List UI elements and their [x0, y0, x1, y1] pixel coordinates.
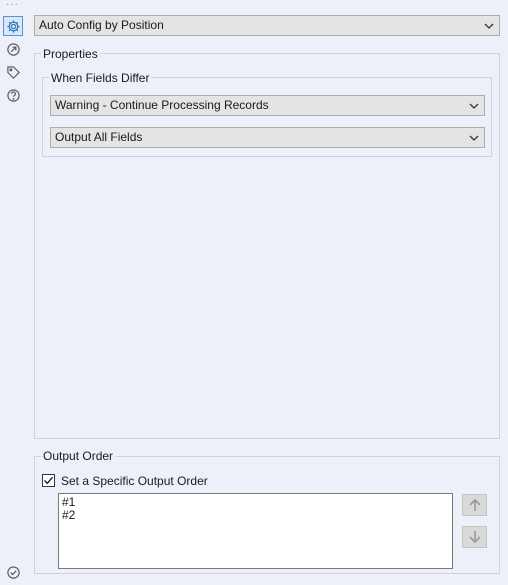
arrow-up-icon — [468, 498, 481, 511]
config-mode-value: Auto Config by Position — [39, 18, 164, 32]
field-mode-dropdown[interactable]: Output All Fields — [50, 127, 485, 148]
sidebar-rail: ··· — [0, 0, 26, 585]
help-icon[interactable] — [3, 85, 23, 105]
configuration-panel: ··· Auto Config by Position Properties W… — [0, 0, 508, 585]
move-up-button[interactable] — [462, 494, 487, 516]
output-order-checkbox[interactable] — [42, 474, 55, 487]
tag-icon[interactable] — [3, 62, 23, 82]
checkmark-icon — [44, 476, 54, 485]
chevron-down-icon — [469, 135, 479, 141]
list-item[interactable]: #1 — [62, 496, 449, 509]
error-mode-value: Warning - Continue Processing Records — [55, 98, 269, 112]
gear-icon[interactable] — [3, 16, 23, 36]
output-order-checkbox-label[interactable]: Set a Specific Output Order — [61, 474, 208, 488]
output-order-title: Output Order — [41, 449, 116, 463]
config-mode-dropdown[interactable]: Auto Config by Position — [34, 15, 500, 36]
list-item[interactable]: #2 — [62, 509, 449, 522]
properties-title: Properties — [41, 47, 100, 61]
chevron-down-icon — [484, 23, 494, 29]
arrow-down-icon — [468, 531, 481, 544]
field-mode-value: Output All Fields — [55, 130, 143, 144]
connection-icon[interactable] — [3, 39, 23, 59]
check-circle-icon[interactable] — [3, 562, 23, 582]
error-mode-dropdown[interactable]: Warning - Continue Processing Records — [50, 95, 485, 116]
more-dots-icon[interactable]: ··· — [6, 0, 20, 10]
when-fields-differ-title: When Fields Differ — [49, 71, 152, 85]
move-down-button[interactable] — [462, 526, 487, 548]
chevron-down-icon — [469, 103, 479, 109]
output-order-list[interactable]: #1 #2 — [58, 493, 453, 569]
